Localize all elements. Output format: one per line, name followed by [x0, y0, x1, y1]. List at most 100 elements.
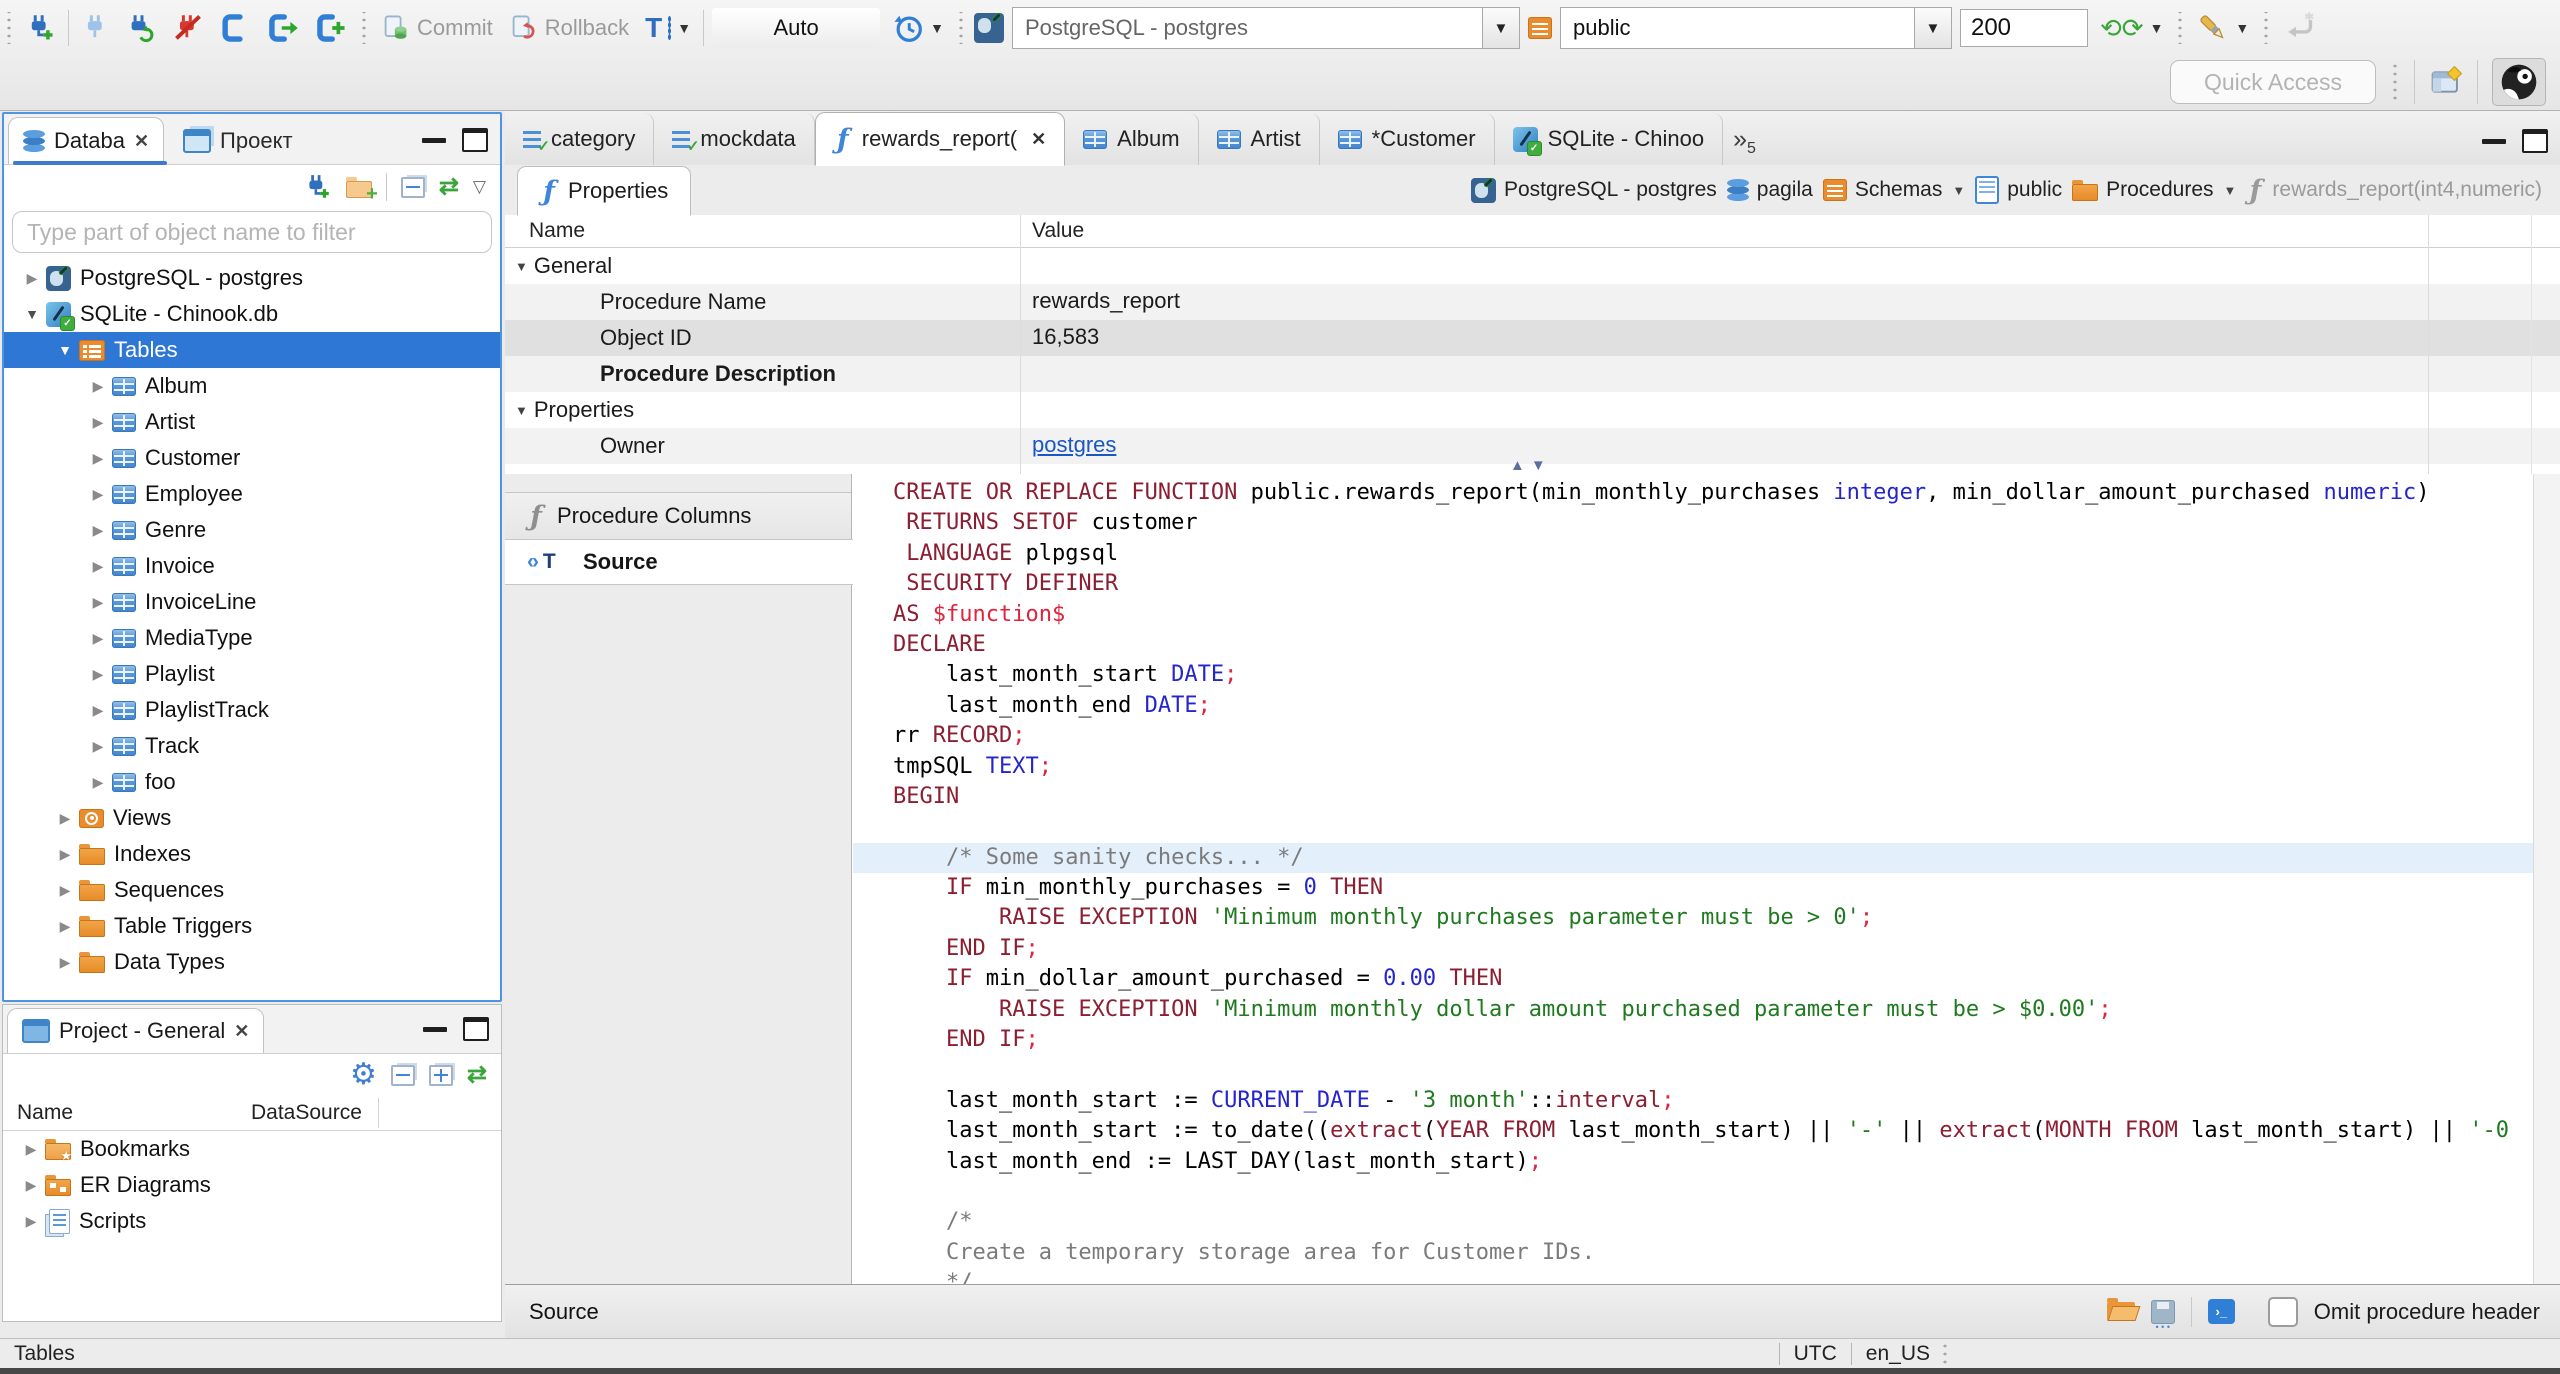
tree-expander-icon[interactable]: ▶ — [84, 594, 112, 611]
dropdown-arrow-icon[interactable]: ▼ — [1952, 183, 1965, 198]
tree-expander-icon[interactable]: ▶ — [17, 1177, 45, 1194]
tab-overflow-chevron[interactable]: »5 — [1733, 127, 1756, 159]
minimize-icon[interactable] — [423, 1026, 447, 1032]
tree-expander-icon[interactable]: ▶ — [84, 630, 112, 647]
tab-properties[interactable]: ƒ Properties — [517, 166, 692, 216]
tree-expander-icon[interactable]: ▶ — [51, 810, 79, 827]
project-item-bookmarks[interactable]: ▶ Bookmarks — [3, 1131, 501, 1167]
last-edit-location-button[interactable] — [2279, 9, 2321, 47]
gear-icon[interactable]: ⚙ — [350, 1060, 377, 1090]
save-file-icon[interactable] — [2149, 1299, 2177, 1332]
persist-sql-icon[interactable] — [2207, 1299, 2235, 1324]
tree-expander-icon[interactable]: ▶ — [84, 558, 112, 575]
collapse-all-icon[interactable] — [390, 1064, 415, 1086]
editor-tab-artist[interactable]: Artist — [1199, 113, 1320, 165]
breadcrumb-item-pagila[interactable]: pagila — [1726, 178, 1813, 202]
tree-item-views[interactable]: ▶ Views — [4, 800, 500, 836]
tree-expander-icon[interactable]: ▶ — [84, 702, 112, 719]
rollback-button[interactable]: Rollback — [505, 11, 633, 45]
new-sql-editor-button[interactable] — [311, 10, 351, 46]
tree-expander-icon[interactable]: ▶ — [51, 954, 79, 971]
tree-item-playlisttrack[interactable]: ▶ PlaylistTrack — [4, 692, 500, 728]
tree-item-customer[interactable]: ▶ Customer — [4, 440, 500, 476]
expand-all-icon[interactable] — [428, 1064, 453, 1086]
vertical-scrollbar[interactable] — [2533, 474, 2560, 1285]
new-folder-icon[interactable] — [345, 177, 378, 206]
dbeaver-perspective-button[interactable] — [2492, 58, 2546, 106]
combo-arrow-icon[interactable]: ▼ — [1913, 8, 1951, 48]
tree-item-table-triggers[interactable]: ▶ Table Triggers — [4, 908, 500, 944]
new-connection-icon[interactable] — [304, 173, 332, 201]
tree-item-employee[interactable]: ▶ Employee — [4, 476, 500, 512]
open-sql-script-button[interactable] — [263, 10, 303, 46]
breadcrumb-item-rewards-report-int4-numeric[interactable]: ƒ rewards_report(int4,numeric) — [2246, 177, 2542, 204]
tree-expander-icon[interactable]: ▶ — [51, 846, 79, 863]
minimize-icon[interactable] — [422, 137, 446, 143]
editor-tab-mockdata[interactable]: mockdata — [654, 113, 815, 165]
minimize-icon[interactable] — [2482, 138, 2506, 144]
column-divider[interactable] — [378, 1098, 379, 1128]
link-with-editor-icon[interactable]: ⇄ — [439, 175, 459, 199]
tree-item-invoice[interactable]: ▶ Invoice — [4, 548, 500, 584]
column-name[interactable]: Name — [17, 1101, 73, 1125]
tree-expander-icon[interactable]: ▶ — [51, 918, 79, 935]
tab-projects[interactable]: Проект — [168, 117, 307, 164]
tree-expander-icon[interactable]: ▶ — [84, 486, 112, 503]
disconnect-button[interactable] — [169, 11, 207, 45]
transaction-mode-button[interactable]: T ▼ — [641, 12, 695, 44]
maximize-icon[interactable] — [462, 128, 488, 152]
property-row-object-id[interactable]: Object ID 16,583 — [505, 320, 2560, 356]
project-item-scripts[interactable]: ▶ Scripts — [3, 1203, 501, 1239]
tree-item-invoiceline[interactable]: ▶ InvoiceLine — [4, 584, 500, 620]
close-tab-icon[interactable]: ✕ — [1031, 129, 1046, 150]
connect-button[interactable] — [77, 11, 115, 45]
editor-tab-customer[interactable]: *Customer — [1320, 113, 1495, 165]
connection-selector[interactable]: PostgreSQL - postgres ▼ — [1011, 7, 1520, 49]
tree-item-mediatype[interactable]: ▶ MediaType — [4, 620, 500, 656]
tree-expander-icon[interactable]: ▶ — [84, 738, 112, 755]
tree-item-track[interactable]: ▶ Track — [4, 728, 500, 764]
tree-item-genre[interactable]: ▶ Genre — [4, 512, 500, 548]
subtab-source[interactable]: Source — [505, 539, 853, 585]
breadcrumb-item-postgresql-postgres[interactable]: PostgreSQL - postgres — [1470, 177, 1717, 203]
reconnect-button[interactable] — [123, 11, 161, 45]
view-menu-icon[interactable]: ▽ — [473, 177, 486, 197]
column-datasource[interactable]: DataSource — [251, 1101, 362, 1125]
magic-wand-button[interactable]: ▼ — [2193, 10, 2253, 46]
group-expander-icon[interactable]: ▼ — [515, 403, 528, 418]
maximize-icon[interactable] — [463, 1017, 489, 1041]
link-with-editor-icon[interactable]: ⇄ — [467, 1063, 487, 1087]
tree-expander-icon[interactable]: ▶ — [17, 1141, 45, 1158]
combo-arrow-icon[interactable]: ▼ — [1481, 8, 1519, 48]
tab-database-navigator[interactable]: Databa ✕ — [8, 117, 168, 165]
fetch-size-input[interactable] — [1959, 9, 2088, 47]
tree-item-sqlite-chinook-db[interactable]: ▼ SQLite - Chinook.db — [4, 296, 500, 332]
tree-expander-icon[interactable]: ▶ — [18, 270, 46, 287]
splitter-collapse-arrows[interactable]: ▲▼ — [1510, 457, 1552, 474]
transaction-log-button[interactable]: ▼ — [888, 10, 948, 46]
tree-item-sequences[interactable]: ▶ Sequences — [4, 872, 500, 908]
column-value[interactable]: Value — [1032, 219, 1084, 243]
column-divider[interactable] — [1020, 215, 1021, 474]
open-file-icon[interactable] — [2106, 1298, 2135, 1321]
tree-item-data-types[interactable]: ▶ Data Types — [4, 944, 500, 980]
editor-tab-category[interactable]: category — [505, 113, 655, 165]
commit-button[interactable]: Commit — [377, 11, 497, 45]
tree-item-artist[interactable]: ▶ Artist — [4, 404, 500, 440]
column-divider[interactable] — [2428, 215, 2429, 474]
omit-procedure-header-checkbox[interactable] — [2267, 1296, 2298, 1327]
collapse-all-icon[interactable] — [400, 176, 425, 198]
tree-expander-icon[interactable]: ▶ — [84, 414, 112, 431]
tree-item-tables[interactable]: ▼ Tables — [4, 332, 500, 368]
editor-tab-sqlite-chinoo[interactable]: SQLite - Chinoo — [1495, 113, 1724, 165]
tree-expander-icon[interactable]: ▶ — [51, 882, 79, 899]
maximize-icon[interactable] — [2522, 129, 2548, 153]
breadcrumb-item-procedures[interactable]: Procedures ▼ — [2072, 178, 2236, 202]
refresh-button[interactable]: ⟲⟳ ▼ — [2096, 13, 2167, 43]
new-connection-button[interactable] — [22, 11, 60, 45]
editor-tab-rewards-report[interactable]: ƒ rewards_report(✕ — [814, 112, 1066, 166]
tree-item-playlist[interactable]: ▶ Playlist — [4, 656, 500, 692]
tree-item-postgresql-postgres[interactable]: ▶ PostgreSQL - postgres — [4, 260, 500, 296]
editor-tab-album[interactable]: Album — [1065, 113, 1199, 165]
property-value[interactable]: postgres — [1032, 432, 1116, 458]
